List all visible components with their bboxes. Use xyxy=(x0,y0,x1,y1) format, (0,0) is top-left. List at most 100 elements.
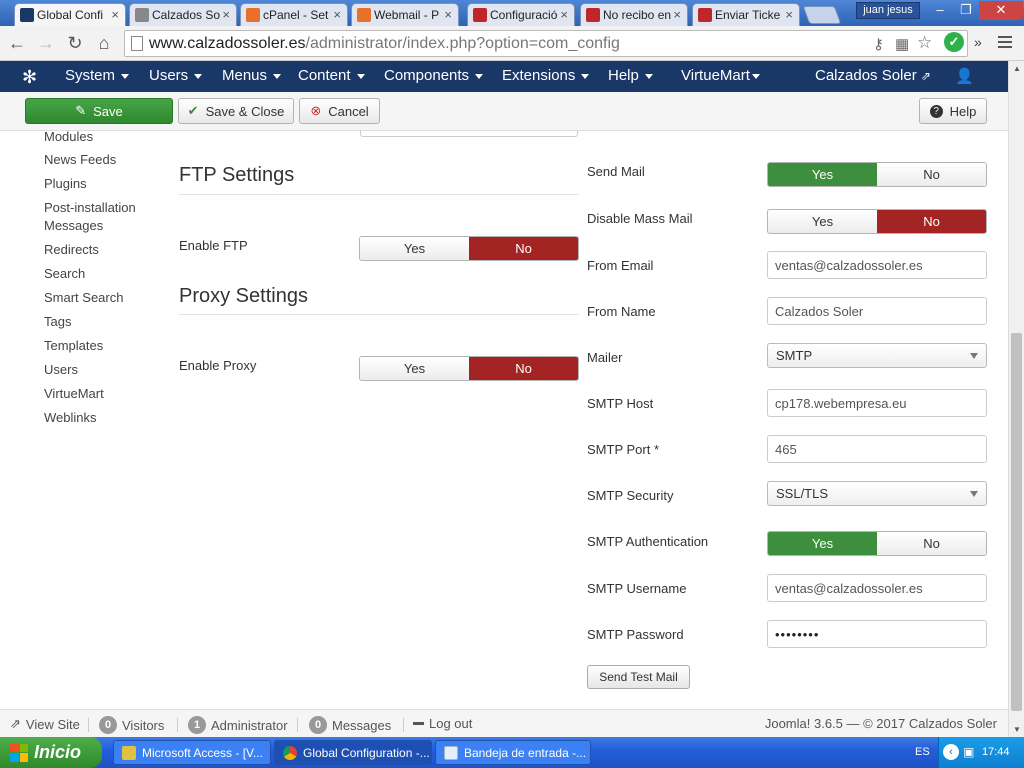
sidebar-item-plugins[interactable]: Plugins xyxy=(44,175,87,193)
enable-ftp-toggle[interactable]: Yes No xyxy=(359,236,579,261)
star-icon[interactable]: ☆ xyxy=(917,33,932,53)
save-button[interactable]: ✎ Save xyxy=(25,98,173,124)
ftp-no-option[interactable]: No xyxy=(469,237,578,260)
smtp-auth-no-option[interactable]: No xyxy=(877,532,986,555)
tray-expand-icon[interactable]: ‹ xyxy=(943,744,959,760)
smtp-security-select[interactable]: SSL/TLS xyxy=(767,481,987,506)
visitors-status[interactable]: 0 Visitors xyxy=(99,716,164,734)
menu-system[interactable]: System xyxy=(65,67,130,84)
language-indicator[interactable]: ES xyxy=(915,746,930,758)
from-name-field[interactable]: Calzados Soler xyxy=(767,297,987,325)
send-mail-toggle[interactable]: Yes No xyxy=(767,162,987,187)
site-link[interactable]: Calzados Soler ⇗ xyxy=(815,67,931,84)
scroll-down-icon[interactable]: ▼ xyxy=(1013,725,1021,734)
menu-components[interactable]: Components xyxy=(384,67,484,84)
cancel-button[interactable]: ⊗ Cancel xyxy=(299,98,380,124)
minimize-icon[interactable]: – xyxy=(927,1,953,20)
smtp-password-field[interactable]: •••••••• xyxy=(767,620,987,648)
browser-tab-global-config[interactable]: Global Confi × xyxy=(14,3,126,26)
smtp-host-field[interactable]: cp178.webempresa.eu xyxy=(767,389,987,417)
close-icon[interactable]: × xyxy=(333,7,341,22)
network-icon[interactable]: ▣ xyxy=(963,745,974,759)
close-icon[interactable]: × xyxy=(222,7,230,22)
scrollbar-thumb[interactable] xyxy=(1011,333,1022,711)
menu-help[interactable]: Help xyxy=(608,67,653,84)
sidebar-item-post-installation[interactable]: Post-installation xyxy=(44,199,136,217)
close-icon[interactable]: × xyxy=(444,7,452,22)
mailer-select[interactable]: SMTP xyxy=(767,343,987,368)
translate-icon[interactable]: ▦ xyxy=(895,35,909,53)
taskbar-item-access[interactable]: Microsoft Access - [V... xyxy=(113,740,271,765)
smtp-port-field[interactable]: 465 xyxy=(767,435,987,463)
close-icon[interactable]: × xyxy=(673,7,681,22)
home-icon[interactable]: ⌂ xyxy=(92,32,116,54)
sidebar-item-smart-search[interactable]: Smart Search xyxy=(44,289,123,307)
browser-tab-enviar-ticket[interactable]: Enviar Ticke × xyxy=(692,3,800,26)
browser-tab-webmail[interactable]: Webmail - P × xyxy=(351,3,459,26)
browser-tab-cpanel[interactable]: cPanel - Set × xyxy=(240,3,348,26)
enable-proxy-toggle[interactable]: Yes No xyxy=(359,356,579,381)
reload-icon[interactable]: ↻ xyxy=(63,32,87,54)
sidebar-item-weblinks[interactable]: Weblinks xyxy=(44,409,97,427)
dropdown-arrow-icon xyxy=(970,491,978,497)
mass-mail-yes-option[interactable]: Yes xyxy=(768,210,877,233)
sidebar-item-virtuemart[interactable]: VirtueMart xyxy=(44,385,104,403)
menu-extensions[interactable]: Extensions xyxy=(502,67,590,84)
sidebar-item-news-feeds[interactable]: News Feeds xyxy=(44,151,116,169)
scroll-up-icon[interactable]: ▲ xyxy=(1013,64,1021,73)
help-button[interactable]: ? Help xyxy=(919,98,987,124)
clock[interactable]: 17:44 xyxy=(982,746,1010,758)
proxy-no-option[interactable]: No xyxy=(469,357,578,380)
sidebar-item-messages[interactable]: Messages xyxy=(44,217,103,235)
new-tab-button[interactable] xyxy=(802,6,842,24)
browser-tab-no-recibo[interactable]: No recibo en × xyxy=(580,3,688,26)
send-mail-no-option[interactable]: No xyxy=(877,163,986,186)
page-scrollbar[interactable]: ▲ ▼ xyxy=(1008,61,1024,737)
key-icon[interactable]: ⚷ xyxy=(873,35,884,53)
mass-mail-no-option[interactable]: No xyxy=(877,210,986,233)
taskbar-item-outlook[interactable]: Bandeja de entrada -... xyxy=(435,740,591,765)
close-icon[interactable]: × xyxy=(785,7,793,22)
sidebar-item-modules[interactable]: Modules xyxy=(44,131,93,146)
url-input[interactable]: www.calzadossoler.es/administrator/index… xyxy=(124,30,968,57)
extension-check-icon[interactable]: ✓ xyxy=(944,32,964,52)
chevron-right-icon[interactable]: » xyxy=(974,34,982,50)
joomla-logo-icon[interactable]: ✻ xyxy=(22,67,37,88)
menu-users[interactable]: Users xyxy=(149,67,203,84)
browser-tab-configuracion[interactable]: Configuració × xyxy=(467,3,575,26)
administrator-status[interactable]: 1 Administrator xyxy=(188,716,288,734)
menu-menus[interactable]: Menus xyxy=(222,67,282,84)
sidebar-item-search[interactable]: Search xyxy=(44,265,85,283)
menu-content[interactable]: Content xyxy=(298,67,365,84)
back-icon[interactable]: ← xyxy=(5,32,29,54)
sidebar-item-templates[interactable]: Templates xyxy=(44,337,103,355)
smtp-username-field[interactable]: ventas@calzadossoler.es xyxy=(767,574,987,602)
user-menu[interactable]: 👤 xyxy=(955,67,974,85)
disable-mass-mail-toggle[interactable]: Yes No xyxy=(767,209,987,234)
profile-name[interactable]: juan jesus xyxy=(856,2,920,19)
smtp-auth-yes-option[interactable]: Yes xyxy=(768,532,877,555)
sidebar-item-tags[interactable]: Tags xyxy=(44,313,71,331)
ftp-yes-option[interactable]: Yes xyxy=(360,237,469,260)
messages-status[interactable]: 0 Messages xyxy=(309,716,391,734)
smtp-auth-toggle[interactable]: Yes No xyxy=(767,531,987,556)
browser-tab-calzados[interactable]: Calzados So × xyxy=(129,3,237,26)
menu-virtuemart[interactable]: VirtueMart xyxy=(681,67,760,84)
close-icon[interactable]: × xyxy=(560,7,568,22)
window-close-icon[interactable]: ✕ xyxy=(979,1,1023,20)
save-close-button[interactable]: ✔ Save & Close xyxy=(178,98,294,124)
send-test-mail-button[interactable]: Send Test Mail xyxy=(587,665,690,689)
sidebar-item-redirects[interactable]: Redirects xyxy=(44,241,99,259)
proxy-yes-option[interactable]: Yes xyxy=(360,357,469,380)
view-site-link[interactable]: ⇗ View Site xyxy=(10,716,80,732)
send-mail-yes-option[interactable]: Yes xyxy=(768,163,877,186)
sidebar-item-users[interactable]: Users xyxy=(44,361,78,379)
start-button[interactable]: Inicio xyxy=(0,737,102,768)
logout-link[interactable]: Log out xyxy=(413,716,472,731)
restore-icon[interactable]: ❐ xyxy=(953,1,979,20)
chrome-menu-icon[interactable] xyxy=(998,36,1012,51)
forward-icon[interactable]: → xyxy=(34,32,58,54)
taskbar-item-chrome[interactable]: Global Configuration -... xyxy=(274,740,432,765)
from-email-field[interactable]: ventas@calzadossoler.es xyxy=(767,251,987,279)
close-icon[interactable]: × xyxy=(111,7,119,22)
